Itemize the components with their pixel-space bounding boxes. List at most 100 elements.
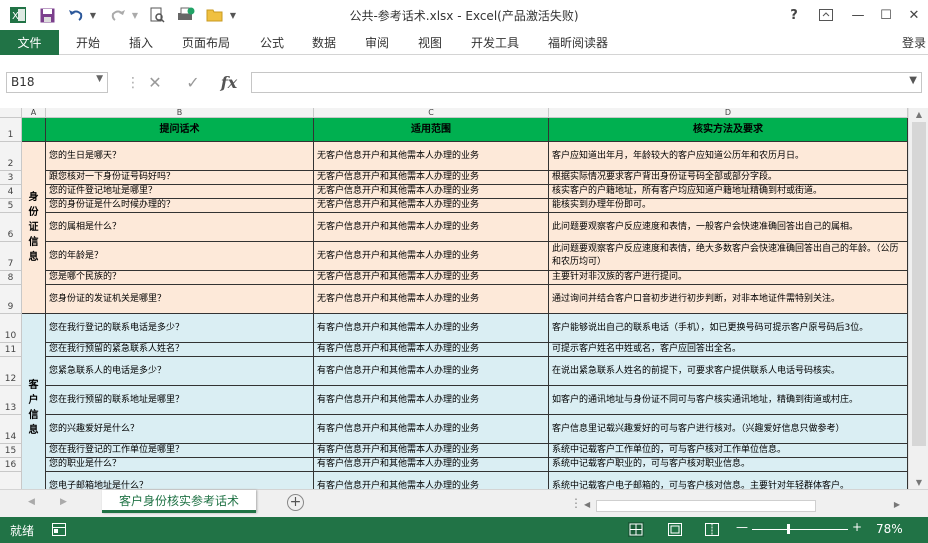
cell-b[interactable]: 您在我行预留的紧急联系人姓名？ (46, 343, 314, 357)
cell-c[interactable]: 有客户信息开户和其他需本人办理的业务 (314, 472, 549, 489)
tab-review[interactable]: 审阅 (365, 34, 389, 51)
cell-b[interactable]: 您的兴趣爱好是什么？ (46, 415, 314, 444)
vertical-scrollbar[interactable]: ▲ ▼ (908, 108, 928, 489)
minimize-button[interactable]: — (844, 4, 872, 26)
tab-foxit-reader[interactable]: 福昕阅读器 (548, 34, 608, 51)
header-cell-a[interactable] (22, 118, 46, 142)
file-tab[interactable]: 文件 (0, 30, 59, 55)
cell-c[interactable]: 无客户信息开户和其他需本人办理的业务 (314, 185, 549, 199)
scroll-right-icon[interactable]: ▶ (894, 500, 900, 509)
zoom-slider-track[interactable] (752, 529, 848, 530)
cell-d[interactable]: 通过询问并结合客户口音初步进行初步判断，对非本地证件需特别关注。 (549, 285, 908, 314)
cell-b[interactable]: 您在我行登记的联系电话是多少？ (46, 314, 314, 343)
row-header[interactable]: 2 (0, 142, 22, 171)
cell-d[interactable]: 系统中记载客户工作单位的，可与客户核对工作单位信息。 (549, 444, 908, 458)
cell-c[interactable]: 无客户信息开户和其他需本人办理的业务 (314, 199, 549, 213)
cell-d[interactable]: 系统中记载客户电子邮箱的，可与客户核对信息。主要针对年轻群体客户。 (549, 472, 908, 489)
worksheet-grid[interactable]: A B C D 1 提问话术 适用范围 核实方法及要求 2 您的生日是哪天？ 无客户信息开户… (0, 108, 908, 489)
zoom-slider-thumb[interactable] (787, 524, 790, 534)
close-button[interactable]: ✕ (900, 4, 928, 26)
tab-insert[interactable]: 插入 (129, 34, 153, 51)
cell-d[interactable]: 此问题要观察客户反应速度和表情，绝大多数客户会快速准确回答出自己的年龄。（公历和… (549, 242, 908, 271)
cell-b[interactable]: 您电子邮箱地址是什么？ (46, 472, 314, 489)
cell-c[interactable]: 无客户信息开户和其他需本人办理的业务 (314, 271, 549, 285)
confirm-entry-icon[interactable]: ✓ (180, 72, 206, 93)
cell-c[interactable]: 有客户信息开户和其他需本人办理的业务 (314, 343, 549, 357)
cell-b[interactable]: 您是哪个民族的？ (46, 271, 314, 285)
cell-b[interactable]: 您的年龄是？ (46, 242, 314, 271)
row-header[interactable]: 6 (0, 213, 22, 242)
cell-c[interactable]: 有客户信息开户和其他需本人办理的业务 (314, 444, 549, 458)
cell-c[interactable]: 有客户信息开户和其他需本人办理的业务 (314, 458, 549, 472)
cell-c[interactable]: 无客户信息开户和其他需本人办理的业务 (314, 242, 549, 271)
horizontal-scrollbar[interactable]: ◀ ▶ (582, 499, 902, 513)
cell-c[interactable]: 无客户信息开户和其他需本人办理的业务 (314, 285, 549, 314)
formula-bar-grip-icon[interactable]: ⋮ (126, 75, 140, 91)
row-header[interactable]: 7 (0, 242, 22, 271)
row-header[interactable]: 1 (0, 118, 22, 142)
header-cell-c[interactable]: 适用范围 (314, 118, 549, 142)
cell-d[interactable]: 此问题要观察客户反应速度和表情，一般客户会快速准确回答出自己的属相。 (549, 213, 908, 242)
cell-b[interactable]: 您的属相是什么？ (46, 213, 314, 242)
cell-d[interactable]: 客户信息里记载兴趣爱好的可与客户进行核对。（兴趣爱好信息只做参考） (549, 415, 908, 444)
cell-c[interactable]: 有客户信息开户和其他需本人办理的业务 (314, 314, 549, 343)
cell-c[interactable]: 无客户信息开户和其他需本人办理的业务 (314, 142, 549, 171)
zoom-in-button[interactable]: + (852, 520, 862, 534)
cell-d[interactable]: 能核实到办理年份即可。 (549, 199, 908, 213)
cell-c[interactable]: 无客户信息开户和其他需本人办理的业务 (314, 213, 549, 242)
cell-d[interactable]: 系统中记载客户职业的，可与客户核对职业信息。 (549, 458, 908, 472)
normal-view-icon[interactable] (628, 522, 644, 540)
row-header[interactable]: 17 (0, 472, 22, 489)
header-cell-d[interactable]: 核实方法及要求 (549, 118, 908, 142)
row-header[interactable]: 12 (0, 357, 22, 386)
row-header[interactable]: 10 (0, 314, 22, 343)
ribbon-display-options-icon[interactable] (812, 4, 840, 26)
cell-b[interactable]: 您紧急联系人的电话是多少？ (46, 357, 314, 386)
row-header[interactable]: 9 (0, 285, 22, 314)
page-break-view-icon[interactable] (705, 523, 719, 539)
row-header[interactable]: 16 (0, 458, 22, 472)
name-box[interactable]: B18 ▼ (6, 72, 108, 93)
scroll-down-icon[interactable]: ▼ (909, 478, 928, 487)
login-link[interactable]: 登录 (902, 34, 926, 51)
row-header[interactable]: 14 (0, 415, 22, 444)
prev-sheet-icon[interactable]: ◀ (28, 497, 35, 507)
cell-b[interactable]: 您在我行登记的工作单位是哪里？ (46, 444, 314, 458)
macro-record-icon[interactable] (52, 523, 66, 539)
cell-b[interactable]: 您的身份证是什么时候办理的？ (46, 199, 314, 213)
cell-c[interactable]: 有客户信息开户和其他需本人办理的业务 (314, 415, 549, 444)
tab-developer[interactable]: 开发工具 (471, 34, 519, 51)
cell-d[interactable]: 在说出紧急联系人姓名的前提下，可要求客户提供联系人电话号码核实。 (549, 357, 908, 386)
column-header-a[interactable]: A (22, 108, 46, 118)
page-layout-view-icon[interactable] (668, 523, 682, 539)
row-header[interactable]: 5 (0, 199, 22, 213)
column-header-c[interactable]: C (314, 108, 549, 118)
cell-c[interactable]: 有客户信息开户和其他需本人办理的业务 (314, 357, 549, 386)
cell-b[interactable]: 跟您核对一下身份证号码好吗？ (46, 171, 314, 185)
cell-d[interactable]: 可提示客户姓名中姓或名，客户应回答出全名。 (549, 343, 908, 357)
chevron-down-icon[interactable]: ▼ (96, 74, 103, 84)
cell-d[interactable]: 如客户的通讯地址与身份证不同可与客户核实通讯地址，精确到街道或村庄。 (549, 386, 908, 415)
cell-d[interactable]: 根据实际情况要求客户背出身份证号码全部或部分字段。 (549, 171, 908, 185)
cell-b[interactable]: 您在我行预留的联系地址是哪里？ (46, 386, 314, 415)
expand-formula-bar-icon[interactable]: ▼ (909, 75, 917, 86)
row-header[interactable]: 15 (0, 444, 22, 458)
scroll-left-icon[interactable]: ◀ (584, 500, 590, 509)
cell-c[interactable]: 无客户信息开户和其他需本人办理的业务 (314, 171, 549, 185)
cell-b[interactable]: 您的生日是哪天？ (46, 142, 314, 171)
category-cell[interactable]: 身份证信息 (22, 142, 46, 314)
help-button[interactable]: ? (780, 4, 808, 26)
row-header[interactable]: 4 (0, 185, 22, 199)
tab-view[interactable]: 视图 (418, 34, 442, 51)
maximize-button[interactable]: ☐ (872, 4, 900, 26)
cell-d[interactable]: 客户能够说出自己的联系电话（手机），如已更换号码可提示客户原号码后3位。 (549, 314, 908, 343)
cell-b[interactable]: 您的职业是什么？ (46, 458, 314, 472)
row-header[interactable]: 8 (0, 271, 22, 285)
cell-c[interactable]: 有客户信息开户和其他需本人办理的业务 (314, 386, 549, 415)
row-header[interactable]: 11 (0, 343, 22, 357)
row-header[interactable]: 3 (0, 171, 22, 185)
tab-page-layout[interactable]: 页面布局 (182, 34, 230, 51)
column-header-b[interactable]: B (46, 108, 314, 118)
cell-b[interactable]: 您的证件登记地址是哪里？ (46, 185, 314, 199)
tab-formulas[interactable]: 公式 (260, 34, 284, 51)
